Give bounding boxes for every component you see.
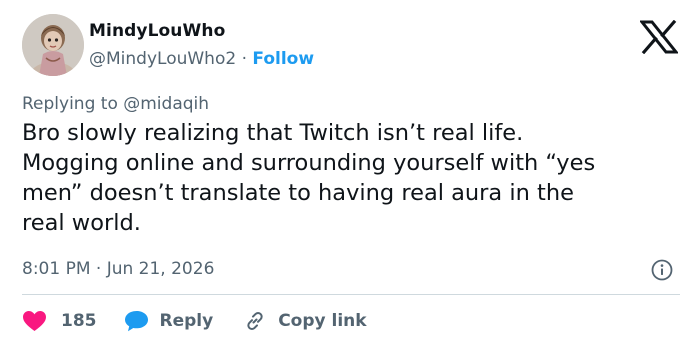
tweet-timestamp[interactable]: 8:01 PM · Jun 21, 2026 bbox=[22, 259, 214, 279]
tweet-text: Bro slowly realizing that Twitch isn’t r… bbox=[22, 118, 682, 238]
copy-link-label: Copy link bbox=[278, 311, 367, 331]
reply-target-handle[interactable]: @midaqih bbox=[123, 94, 209, 114]
author-handle[interactable]: @MindyLouWho2 bbox=[89, 49, 236, 69]
copy-link-button[interactable]: Copy link bbox=[243, 309, 367, 333]
avatar[interactable] bbox=[22, 14, 84, 76]
author-handle-row: @MindyLouWho2 · Follow bbox=[89, 49, 314, 69]
like-count: 185 bbox=[61, 311, 97, 331]
replying-prefix: Replying to bbox=[22, 94, 118, 114]
heart-icon bbox=[23, 311, 46, 331]
x-logo-icon[interactable] bbox=[640, 20, 678, 54]
follow-button[interactable]: Follow bbox=[252, 49, 314, 69]
info-icon[interactable] bbox=[651, 259, 673, 281]
like-button[interactable]: 185 bbox=[22, 310, 97, 332]
replying-to: Replying to @midaqih bbox=[22, 94, 209, 114]
divider bbox=[22, 294, 680, 295]
tweet-line: Bro slowly realizing that Twitch isn’t r… bbox=[22, 120, 524, 146]
separator-dot: · bbox=[241, 49, 247, 69]
tweet-line: Mogging online and surrounding yourself … bbox=[22, 150, 596, 176]
reply-label: Reply bbox=[159, 311, 214, 331]
avatar-image bbox=[22, 14, 84, 76]
action-bar: 185 Reply Copy link bbox=[22, 308, 367, 334]
link-icon bbox=[247, 312, 263, 330]
reply-bubble-icon bbox=[124, 311, 148, 332]
tweet-line: real world. bbox=[22, 210, 141, 236]
reply-button[interactable]: Reply bbox=[124, 310, 214, 332]
tweet-line: men” doesn’t translate to having real au… bbox=[22, 180, 574, 206]
author-display-name[interactable]: MindyLouWho bbox=[89, 21, 225, 41]
